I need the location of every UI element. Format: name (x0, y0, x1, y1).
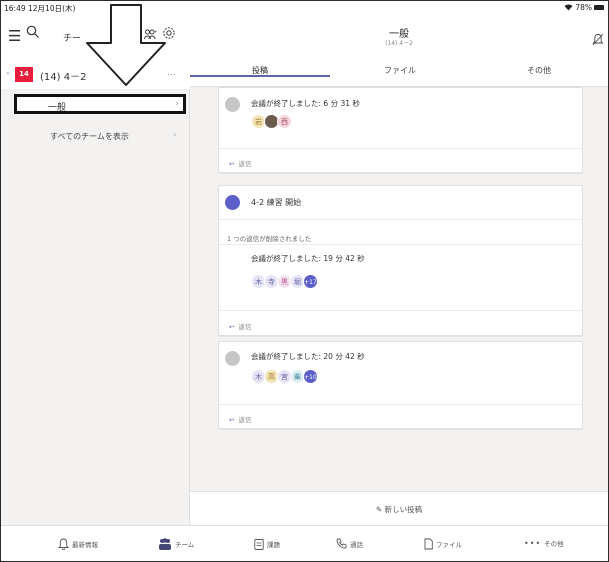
nav-calls[interactable]: 通話 (336, 538, 363, 549)
meeting-ended-text: 会議が終了しました: 6 分 31 秒 (251, 99, 360, 108)
left-pane: ☰ チー + ⌄ 14 (14) 4－2 … 一般 › すべてのチームを表示 › (1, 15, 190, 525)
new-post-label: ✎ 新しい投稿 (190, 504, 608, 515)
post-card: 4-2 練習 開始 1 つの返信が削除されました 会議が終了しました: 19 分… (218, 185, 583, 336)
avatar: 西 (277, 114, 292, 129)
status-time: 16:49 12月10日(木) (4, 4, 76, 13)
post-card: 会議が終了しました: 20 分 42 秒 木 高 宮 柴 +10 ↩ 返信 (218, 341, 583, 429)
show-all-teams-link[interactable]: すべてのチームを表示 › (1, 128, 190, 146)
nav-label: チーム (175, 541, 195, 549)
nav-files[interactable]: ファイル (424, 538, 462, 550)
channel-subtitle: (14) 4－2 (385, 40, 413, 47)
right-pane: 一般 (14) 4－2 投稿 ファイル その他 会議が終了しました: 6 分 3… (190, 15, 608, 525)
left-title: チー (63, 34, 82, 44)
bell-icon (58, 538, 69, 550)
reply-button[interactable]: ↩ 返信 (229, 158, 251, 168)
hamburger-icon[interactable]: ☰ (8, 29, 21, 44)
show-all-teams-label: すべてのチームを表示 (50, 132, 129, 141)
phone-icon (336, 538, 347, 549)
chevron-down-icon[interactable]: ⌄ (5, 68, 11, 76)
app-window: 16:49 12月10日(木) 78% ☰ チー + ⌄ 14 (14) 4－2 (0, 0, 609, 562)
divider (219, 404, 582, 405)
team-avatar: 14 (15, 67, 33, 82)
chevron-right-icon: › (173, 130, 177, 140)
meeting-icon (225, 351, 240, 366)
more-icon: ••• (524, 538, 542, 548)
meeting-icon (225, 97, 240, 112)
arrow-down-icon (86, 4, 166, 86)
nav-label: その他 (544, 540, 564, 548)
channel-label: 一般 (48, 103, 67, 113)
nav-assignments[interactable]: 課題 (254, 538, 280, 550)
channel-tabs: 投稿 ファイル その他 (190, 63, 608, 87)
nav-label: 通話 (350, 540, 363, 549)
deleted-reply-notice: 1 つの返信が削除されました (227, 235, 312, 243)
divider (219, 219, 582, 220)
tab-more[interactable]: その他 (470, 65, 608, 76)
new-post-text: 新しい投稿 (384, 505, 423, 514)
participant-avatars: 木 高 宮 柴 +10 (251, 369, 318, 384)
assignments-icon (254, 539, 264, 550)
reply-label: 返信 (238, 416, 252, 424)
divider (219, 310, 582, 311)
meeting-ended-text: 会議が終了しました: 20 分 42 秒 (251, 352, 365, 361)
reply-label: 返信 (238, 323, 252, 331)
chevron-right-icon: › (175, 99, 179, 109)
video-icon (225, 195, 240, 210)
nav-label: ファイル (436, 541, 462, 549)
participant-avatars: 岩 西 (251, 114, 292, 129)
nav-activity[interactable]: 最新情報 (58, 538, 98, 550)
reply-button[interactable]: ↩ 返信 (229, 321, 251, 331)
team-name: (14) 4－2 (40, 72, 87, 83)
reply-label: 返信 (238, 160, 252, 168)
wifi-icon (564, 4, 573, 11)
meeting-ended-text: 会議が終了しました: 19 分 42 秒 (251, 254, 365, 263)
tab-underline (190, 75, 330, 77)
post-title: 4-2 練習 開始 (251, 198, 302, 207)
tab-label: 投稿 (252, 66, 268, 75)
channel-item-general[interactable]: 一般 › (14, 94, 186, 114)
compose-icon: ✎ (375, 505, 385, 514)
file-icon (424, 538, 433, 550)
bottom-nav: 最新情報 チーム 課題 通話 ファイル ••• その他 (1, 525, 608, 561)
search-icon[interactable] (26, 24, 40, 43)
participant-avatars: 木 寺 黒 堀 +17 (251, 274, 318, 289)
nav-label: 課題 (267, 541, 280, 549)
post-card: 会議が終了しました: 6 分 31 秒 岩 西 ↩ 返信 (218, 87, 583, 173)
tab-files[interactable]: ファイル (330, 65, 470, 76)
status-battery: 78% (564, 3, 604, 12)
tab-posts[interactable]: 投稿 (190, 65, 330, 77)
notification-off-icon[interactable] (592, 31, 604, 50)
more-participants-badge[interactable]: +17 (303, 274, 318, 289)
nav-teams[interactable]: チーム (158, 538, 194, 550)
channel-header: 一般 (14) 4－2 (190, 15, 608, 63)
nav-label: 最新情報 (72, 541, 98, 549)
reply-button[interactable]: ↩ 返信 (229, 414, 251, 424)
battery-percent: 78% (575, 3, 592, 12)
divider (219, 148, 582, 149)
more-participants-badge[interactable]: +10 (303, 369, 318, 384)
new-post-button[interactable]: ✎ 新しい投稿 (190, 491, 608, 525)
nav-more[interactable]: ••• その他 (524, 538, 564, 549)
teams-icon (159, 538, 171, 550)
battery-icon (594, 5, 604, 10)
divider (219, 244, 582, 245)
